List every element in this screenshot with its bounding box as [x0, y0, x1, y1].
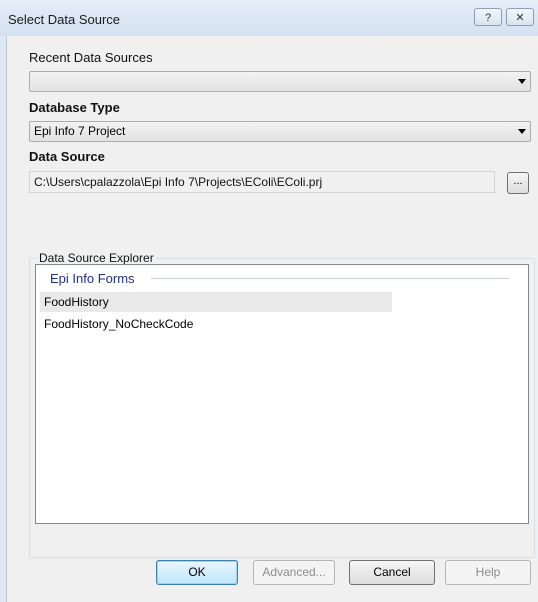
- chevron-down-icon: [518, 79, 526, 84]
- ok-button[interactable]: OK: [156, 560, 238, 585]
- close-icon: ✕: [515, 12, 525, 24]
- list-item-foodhistory-nocheckcode[interactable]: FoodHistory_NoCheckCode: [40, 314, 392, 334]
- data-source-path-field[interactable]: C:\Users\cpalazzola\Epi Info 7\Projects\…: [29, 171, 495, 193]
- advanced-button-label: Advanced...: [262, 565, 326, 579]
- list-item-label: FoodHistory_NoCheckCode: [44, 317, 194, 331]
- question-mark-icon: ?: [484, 12, 492, 24]
- epi-info-forms-header: Epi Info Forms: [50, 271, 135, 286]
- cancel-button[interactable]: Cancel: [349, 560, 435, 585]
- list-item-label: FoodHistory: [44, 295, 109, 309]
- advanced-button[interactable]: Advanced...: [253, 560, 335, 585]
- recent-data-sources-dropdown[interactable]: [29, 71, 531, 92]
- database-type-label: Database Type: [29, 100, 120, 115]
- title-bar[interactable]: Select Data Source ? ✕: [0, 0, 538, 36]
- data-source-explorer-list[interactable]: Epi Info Forms FoodHistory FoodHistory_N…: [35, 264, 529, 524]
- data-source-path-value: C:\Users\cpalazzola\Epi Info 7\Projects\…: [34, 175, 323, 189]
- close-title-button[interactable]: ✕: [506, 8, 534, 26]
- database-type-dropdown[interactable]: Epi Info 7 Project: [29, 121, 531, 142]
- forms-header-divider: [151, 278, 509, 279]
- ok-button-label: OK: [188, 565, 206, 579]
- list-item-foodhistory[interactable]: FoodHistory: [40, 292, 392, 312]
- data-source-label: Data Source: [29, 149, 105, 164]
- recent-data-sources-label: Recent Data Sources: [29, 50, 153, 65]
- help-button[interactable]: Help: [445, 560, 531, 585]
- dialog-title: Select Data Source: [8, 12, 121, 27]
- chevron-down-icon: [518, 129, 526, 134]
- help-title-button[interactable]: ?: [474, 8, 502, 26]
- browse-button[interactable]: ...: [507, 172, 529, 194]
- database-type-value: Epi Info 7 Project: [34, 124, 126, 138]
- select-data-source-dialog: Select Data Source ? ✕ Recent Data Sourc…: [0, 0, 538, 602]
- cancel-button-label: Cancel: [373, 565, 411, 579]
- ellipsis-icon: ...: [513, 175, 523, 187]
- dialog-body: Recent Data Sources Database Type Epi In…: [6, 36, 538, 602]
- data-source-explorer-label: Data Source Explorer: [37, 251, 156, 265]
- help-button-label: Help: [475, 565, 501, 579]
